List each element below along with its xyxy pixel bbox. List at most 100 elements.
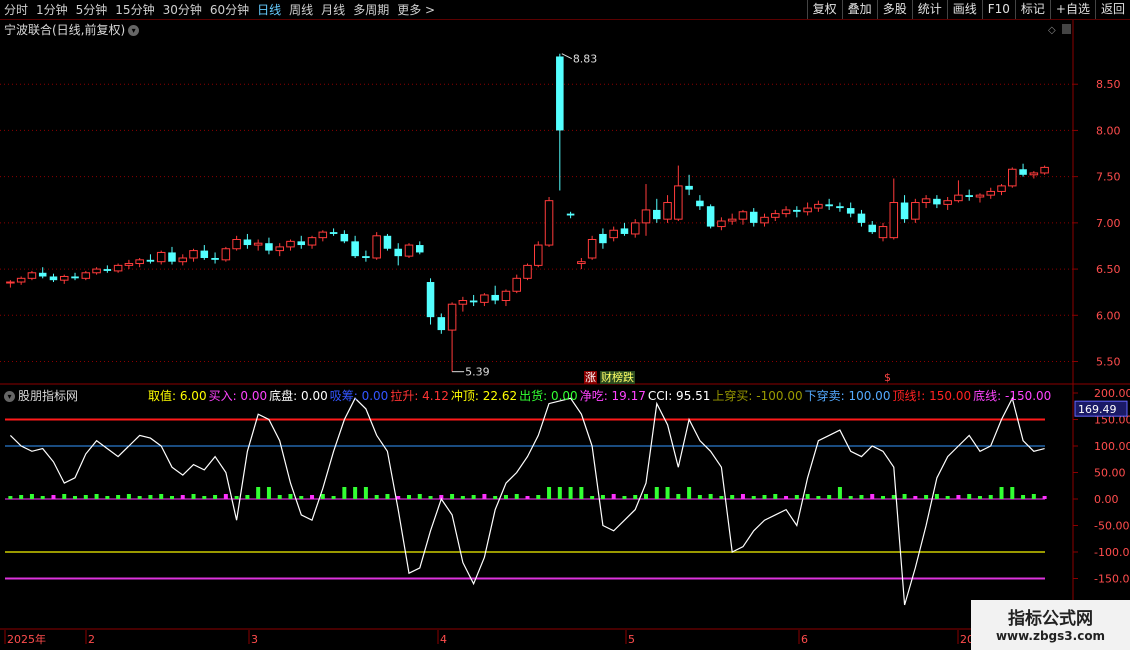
toolbar-button-4[interactable]: 画线	[946, 0, 982, 19]
candle[interactable]	[771, 209, 780, 222]
candle[interactable]	[760, 213, 769, 227]
candle[interactable]	[480, 293, 489, 307]
toolbar-button-5[interactable]: F10	[981, 0, 1015, 19]
candle[interactable]	[749, 208, 758, 227]
candle[interactable]	[447, 302, 457, 372]
candle[interactable]	[653, 198, 661, 223]
period-tab-10[interactable]: 更多 >	[393, 1, 439, 18]
candle[interactable]	[437, 313, 446, 334]
chevron-down-icon[interactable]: ▾	[4, 391, 15, 402]
period-tab-0[interactable]: 分时	[0, 1, 32, 18]
candle[interactable]	[814, 200, 823, 212]
candle[interactable]	[986, 187, 996, 199]
period-tab-4[interactable]: 30分钟	[159, 1, 206, 18]
candle[interactable]	[512, 274, 521, 294]
dollar-badge[interactable]: $	[883, 371, 892, 384]
candle[interactable]	[362, 250, 370, 262]
candle[interactable]	[469, 294, 478, 307]
candle[interactable]	[394, 243, 402, 266]
candle[interactable]	[727, 213, 737, 225]
candle[interactable]	[803, 202, 812, 216]
candle[interactable]	[868, 221, 877, 234]
candle[interactable]	[16, 276, 26, 285]
candle[interactable]	[168, 246, 176, 265]
candle[interactable]	[232, 235, 241, 251]
candle[interactable]	[587, 235, 597, 260]
candle[interactable]	[523, 263, 532, 281]
candle[interactable]	[911, 198, 920, 223]
indicator-chart[interactable]: 200.00150.00100.0050.000.00-50.00-100.00…	[0, 385, 1130, 630]
price-chart[interactable]: ◇ 8.50 8.00 7.50 7.00 6.50 6.00 5.50 8.83 5.39	[0, 20, 1130, 405]
candle[interactable]	[71, 272, 79, 281]
toolbar-button-6[interactable]: 标记	[1014, 0, 1050, 19]
candle[interactable]	[620, 222, 629, 236]
candle[interactable]	[156, 250, 166, 265]
period-tab-3[interactable]: 15分钟	[111, 1, 158, 18]
candle[interactable]	[943, 196, 952, 210]
candle[interactable]	[793, 206, 801, 218]
candle[interactable]	[599, 228, 607, 249]
candle[interactable]	[954, 180, 963, 203]
candle[interactable]	[265, 237, 273, 255]
candle[interactable]	[717, 217, 726, 231]
candle[interactable]	[275, 243, 284, 257]
toolbar-button-3[interactable]: 统计	[911, 0, 947, 19]
toolbar-button-7[interactable]: +自选	[1049, 0, 1095, 19]
toolbar-button-2[interactable]: 多股	[876, 0, 912, 19]
candle[interactable]	[534, 241, 543, 268]
candle[interactable]	[340, 230, 349, 244]
candle[interactable]	[609, 226, 618, 242]
candle[interactable]	[933, 195, 941, 209]
candle[interactable]	[415, 241, 424, 255]
toolbar-button-0[interactable]: 复权	[806, 0, 842, 19]
period-tab-8[interactable]: 月线	[317, 1, 349, 18]
candle[interactable]	[351, 235, 359, 258]
candle[interactable]	[663, 195, 672, 223]
period-tab-1[interactable]: 1分钟	[32, 1, 72, 18]
candle[interactable]	[501, 289, 511, 307]
candle[interactable]	[253, 239, 263, 251]
period-tab-6[interactable]: 日线	[253, 1, 285, 18]
chevron-down-icon[interactable]: ▾	[128, 25, 140, 36]
candle[interactable]	[318, 230, 328, 242]
candle[interactable]	[577, 257, 586, 270]
candle[interactable]	[836, 202, 844, 212]
candle[interactable]	[641, 184, 651, 236]
candle[interactable]	[566, 211, 575, 219]
candle[interactable]	[685, 174, 693, 196]
candle[interactable]	[92, 267, 101, 275]
candle[interactable]	[200, 245, 209, 260]
candle[interactable]	[1040, 165, 1049, 175]
candle[interactable]	[706, 204, 715, 229]
diamond-icon[interactable]: ◇	[1048, 25, 1056, 36]
candle[interactable]	[49, 273, 58, 283]
toolbar-button-1[interactable]: 叠加	[841, 0, 877, 19]
candle[interactable]	[221, 246, 231, 262]
candle[interactable]	[189, 248, 198, 262]
candle[interactable]	[146, 254, 155, 264]
candle[interactable]	[404, 243, 414, 258]
candle[interactable]	[6, 280, 15, 288]
candle[interactable]	[372, 232, 381, 260]
candle[interactable]	[491, 285, 499, 305]
candle[interactable]	[178, 254, 188, 266]
zhang-badge[interactable]: 涨	[584, 371, 597, 384]
candle[interactable]	[857, 209, 866, 227]
candle[interactable]	[59, 274, 69, 284]
candle[interactable]	[1029, 171, 1039, 179]
candle[interactable]	[426, 278, 435, 325]
scroll-handle[interactable]	[1062, 24, 1071, 34]
period-tab-7[interactable]: 周线	[285, 1, 317, 18]
candle[interactable]	[113, 263, 123, 273]
candle[interactable]	[27, 270, 37, 281]
candle[interactable]	[1019, 163, 1027, 177]
candle[interactable]	[329, 228, 338, 236]
caibang-badge[interactable]: 财榜跌	[600, 371, 635, 384]
candle[interactable]	[243, 233, 252, 249]
candle[interactable]	[307, 235, 317, 249]
candle[interactable]	[383, 233, 392, 251]
candle[interactable]	[286, 239, 295, 251]
toolbar-button-8[interactable]: 返回	[1094, 0, 1130, 19]
period-tab-9[interactable]: 多周期	[349, 1, 393, 18]
candle[interactable]	[124, 259, 134, 270]
